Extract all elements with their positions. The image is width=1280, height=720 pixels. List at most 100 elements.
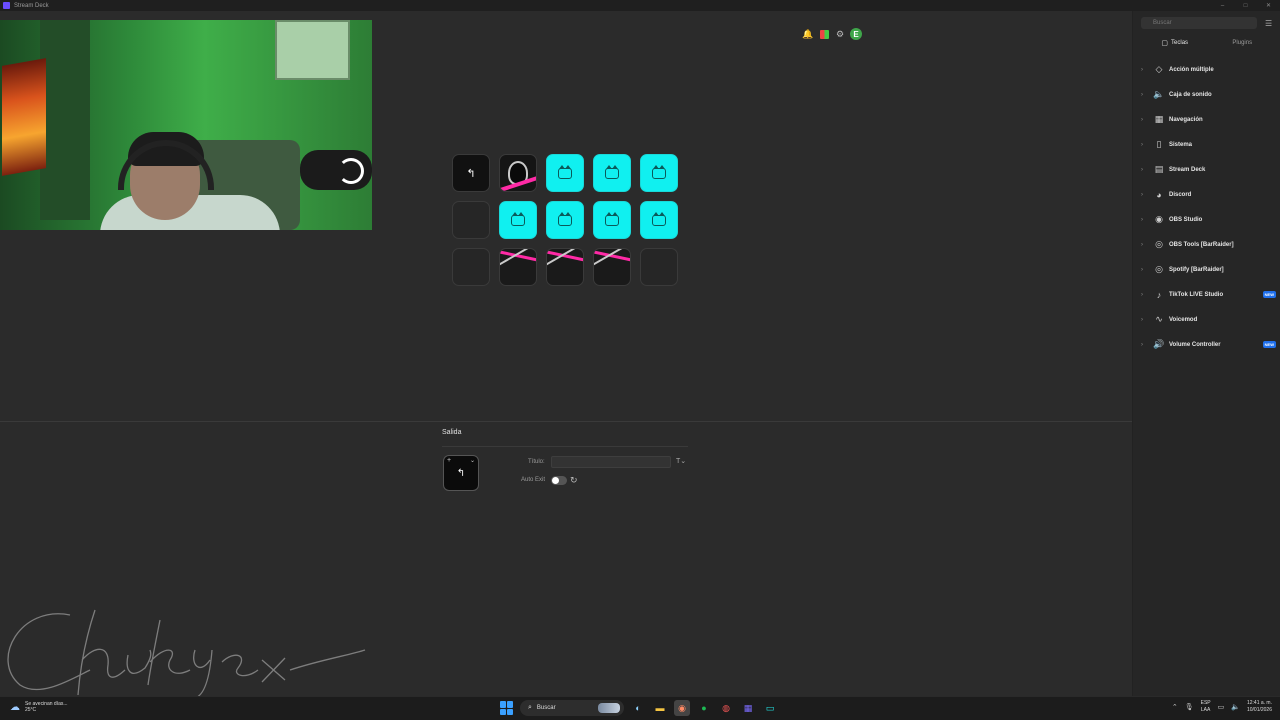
category-label: Spotify [BarRaider]	[1169, 266, 1224, 273]
chevron-down-icon[interactable]: ⌄	[470, 457, 475, 464]
list-view-icon[interactable]: ☰	[1265, 19, 1272, 28]
category-item[interactable]: › ◉ OBS Studio	[1133, 207, 1280, 232]
category-label: Sistema	[1169, 141, 1193, 148]
weather-widget[interactable]: ☁ Se avecinan días... 25°C	[10, 701, 68, 713]
chevron-right-icon[interactable]: ›	[1141, 217, 1149, 223]
chevron-right-icon[interactable]: ›	[1141, 92, 1149, 98]
search-icon: ⌕	[528, 704, 532, 711]
keys-icon: ▢	[1161, 40, 1169, 47]
auto-exit-toggle[interactable]	[551, 476, 567, 485]
category-label: OBS Studio	[1169, 216, 1203, 223]
voicemod-icon: ∿	[1155, 314, 1163, 324]
properties-divider	[442, 446, 688, 447]
stream-deck-app: Stream Deck – □ ✕ 🔔 ⚙ E Salida + ⌄	[0, 0, 1280, 720]
deck-key-neon[interactable]	[499, 248, 537, 286]
clock[interactable]: 12:41 a. m. 10/01/2026	[1247, 700, 1272, 714]
title-input[interactable]	[551, 456, 671, 468]
chevron-right-icon[interactable]: ›	[1141, 292, 1149, 298]
tab-keys[interactable]: ▢ Teclas	[1141, 37, 1209, 49]
navigation-icon: ▦	[1154, 114, 1164, 124]
avatar[interactable]: E	[850, 28, 862, 40]
category-label: Discord	[1169, 191, 1192, 198]
signature-watermark	[7, 609, 366, 699]
webcam-mic-ring	[338, 158, 364, 184]
webcam-poster	[2, 58, 46, 176]
deck-key-back[interactable]	[452, 154, 490, 192]
category-label: Acción múltiple	[1169, 66, 1214, 73]
chevron-right-icon[interactable]: ›	[1141, 67, 1149, 73]
add-state-icon[interactable]: +	[447, 457, 451, 464]
copilot-icon[interactable]: ◐	[630, 700, 646, 716]
cat-icon	[511, 211, 525, 226]
deck-key-cat[interactable]	[640, 201, 678, 239]
category-item[interactable]: › ∿ Voicemod	[1133, 307, 1280, 332]
minimize-button[interactable]: –	[1211, 0, 1234, 11]
deck-key-cat[interactable]	[546, 201, 584, 239]
category-item[interactable]: › ▦ Navegación	[1133, 107, 1280, 132]
chevron-right-icon[interactable]: ›	[1141, 317, 1149, 323]
file-explorer-icon[interactable]: ▬	[652, 700, 668, 716]
deck-key-neon[interactable]	[593, 248, 631, 286]
marketplace-grid-icon	[819, 29, 829, 39]
category-item[interactable]: › ▤ Stream Deck	[1133, 157, 1280, 182]
category-label: Navegación	[1169, 116, 1203, 123]
maximize-button[interactable]: □	[1234, 0, 1257, 11]
microphone-icon[interactable]: 🎙	[1185, 703, 1194, 711]
speaker-icon[interactable]: 🔈	[1231, 703, 1240, 711]
windows-start-icon[interactable]	[500, 701, 514, 715]
bell-icon[interactable]: 🔔	[802, 28, 814, 40]
weather-icon: ☁	[10, 701, 20, 713]
spotify-icon: ◎	[1155, 264, 1163, 274]
stream-deck-taskbar-icon[interactable]: ▭	[762, 700, 778, 716]
category-item[interactable]: › ◕ Discord	[1133, 182, 1280, 207]
marketplace-icon[interactable]	[818, 28, 830, 40]
tab-plugins[interactable]: Plugins	[1209, 37, 1277, 49]
chevron-right-icon[interactable]: ›	[1141, 242, 1149, 248]
chevron-right-icon[interactable]: ›	[1141, 267, 1149, 273]
chrome-icon[interactable]: ◉	[674, 700, 690, 716]
chevron-right-icon[interactable]: ›	[1141, 167, 1149, 173]
category-item[interactable]: › ♪ TikTok LIVE Studio NEW	[1133, 282, 1280, 307]
category-item[interactable]: › 🔊 Volume Controller NEW	[1133, 332, 1280, 357]
actions-panel: ⌕ Buscar ☰ ▢ Teclas Plugins ›◇Acción múl…	[1133, 11, 1280, 696]
category-label: Volume Controller	[1169, 341, 1221, 348]
chevron-right-icon[interactable]: ›	[1141, 142, 1149, 148]
taskbar: ☁ Se avecinan días... 25°C ⌕ Buscar ◐ ▬ …	[0, 696, 1280, 720]
category-item[interactable]: › ◇ Acción múltiple	[1133, 57, 1280, 82]
deck-key-cat[interactable]	[593, 154, 631, 192]
webcam-person	[90, 120, 280, 230]
deck-key-cat[interactable]	[640, 154, 678, 192]
cat-icon	[558, 211, 572, 226]
settings-icon[interactable]: ⚙	[834, 28, 846, 40]
close-button[interactable]: ✕	[1257, 0, 1280, 11]
category-label: Voicemod	[1169, 316, 1198, 323]
deck-key-neon[interactable]	[546, 248, 584, 286]
network-icon[interactable]: ▭	[1218, 703, 1225, 711]
language-indicator[interactable]: ESP LAA	[1201, 700, 1211, 714]
search-input[interactable]: Buscar	[1141, 17, 1257, 29]
deck-key-venom[interactable]	[499, 154, 537, 192]
chevron-right-icon[interactable]: ›	[1141, 192, 1149, 198]
spotify-icon[interactable]: ●	[696, 700, 712, 716]
cat-icon	[605, 211, 619, 226]
deck-key-empty[interactable]	[452, 201, 490, 239]
title-format-icon[interactable]: T⌄	[676, 457, 686, 465]
selected-key-preview[interactable]: + ⌄ ↰	[443, 455, 479, 491]
language-line-1: ESP	[1200, 700, 1211, 706]
category-item[interactable]: › ◎ OBS Tools [BarRaider]	[1133, 232, 1280, 257]
category-item[interactable]: › ◎ Spotify [BarRaider]	[1133, 257, 1280, 282]
taskbar-search[interactable]: ⌕ Buscar	[520, 700, 624, 716]
category-item[interactable]: › 🔈 Caja de sonido	[1133, 82, 1280, 107]
deck-key-cat[interactable]	[546, 154, 584, 192]
deck-key-cat[interactable]	[593, 201, 631, 239]
chevron-right-icon[interactable]: ›	[1141, 117, 1149, 123]
chevron-right-icon[interactable]: ›	[1141, 342, 1149, 348]
app-grid-icon[interactable]: ▦	[740, 700, 756, 716]
reset-icon[interactable]: ↻	[570, 475, 578, 486]
deck-key-empty[interactable]	[452, 248, 490, 286]
deck-key-cat[interactable]	[499, 201, 537, 239]
chrome-profile-icon[interactable]: ◍	[718, 700, 734, 716]
category-item[interactable]: › ▯ Sistema	[1133, 132, 1280, 157]
deck-key-empty[interactable]	[640, 248, 678, 286]
chevron-up-icon[interactable]: ⌃	[1172, 703, 1178, 711]
